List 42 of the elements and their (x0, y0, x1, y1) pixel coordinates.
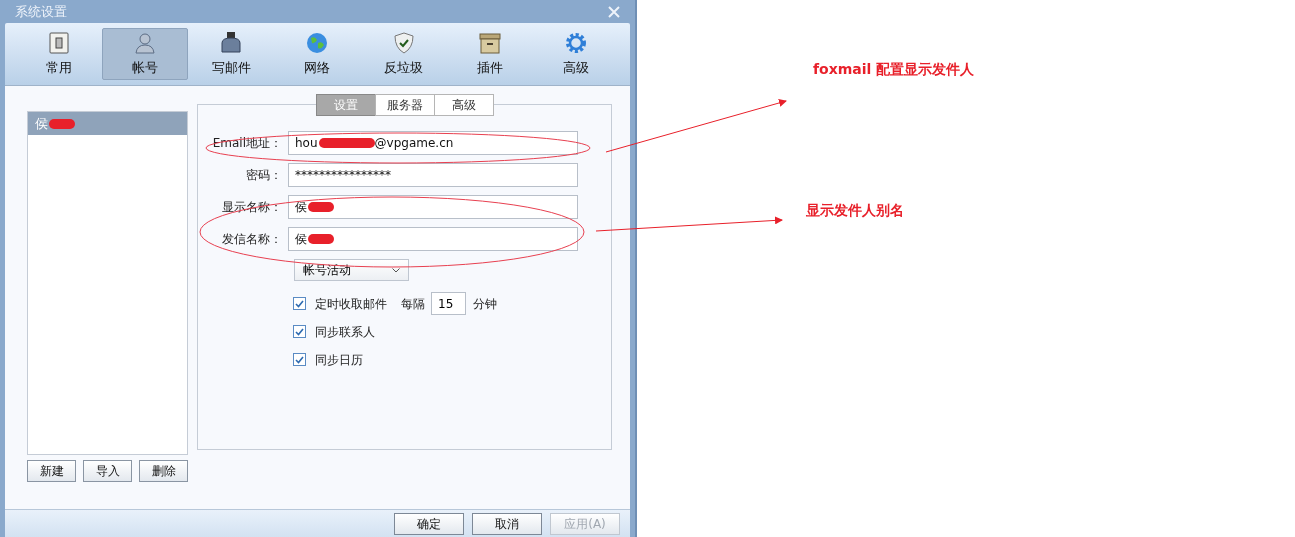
input-field[interactable]: 侯 (288, 195, 578, 219)
ink-bottle-icon (219, 30, 244, 55)
account-button[interactable]: 删除 (139, 460, 188, 482)
interval-field[interactable]: 15 (431, 292, 466, 315)
field-label: 发信名称： (221, 231, 283, 248)
toolbar-button[interactable]: 高级 (533, 28, 619, 80)
tab[interactable]: 服务器 (374, 94, 435, 116)
window-title: 系统设置 (15, 2, 67, 21)
input-field[interactable]: hou @vpgame.cn (288, 131, 578, 155)
caret-icon (392, 267, 400, 273)
annotation-text: 显示发件人别名 (806, 201, 904, 220)
field-label: 密码： (245, 167, 283, 184)
account-button[interactable]: 新建 (27, 460, 76, 482)
footer-button[interactable]: 取消 (472, 512, 542, 535)
account-button[interactable]: 导入 (83, 460, 132, 482)
checkbox-label: 同步日历 (315, 351, 363, 369)
checkbox[interactable] (293, 325, 306, 338)
settings-icon (564, 30, 589, 55)
checkbox[interactable] (293, 297, 306, 310)
shield-icon (391, 30, 416, 55)
footer-button[interactable]: 确定 (394, 512, 464, 535)
toolbar-button[interactable]: 帐号 (102, 28, 188, 80)
dropdown[interactable]: 帐号活动 (294, 259, 409, 281)
toolbar-button[interactable]: 反垃圾 (361, 28, 447, 80)
annotation-text: foxmail 配置显示发件人 (813, 60, 975, 79)
person-icon (132, 30, 157, 55)
checkbox[interactable] (293, 353, 306, 366)
switch-icon (46, 30, 71, 55)
globe-icon (305, 30, 330, 55)
toolbar-button[interactable]: 常用 (16, 28, 102, 80)
field-label: Email地址： (211, 135, 283, 152)
box-icon (478, 30, 503, 55)
tab[interactable]: 高级 (433, 94, 494, 116)
toolbar-button[interactable]: 网络 (274, 28, 361, 80)
toolbar-button[interactable]: 写邮件 (188, 28, 274, 80)
interval-label: 每隔 (401, 295, 425, 313)
checkbox-label: 同步联系人 (315, 323, 375, 341)
toolbar-button[interactable]: 插件 (447, 28, 533, 80)
checkbox-label: 定时收取邮件 (315, 295, 387, 313)
unit-label: 分钟 (473, 295, 497, 313)
input-field[interactable]: **************** (288, 163, 578, 187)
input-field[interactable]: 侯 (288, 227, 578, 251)
